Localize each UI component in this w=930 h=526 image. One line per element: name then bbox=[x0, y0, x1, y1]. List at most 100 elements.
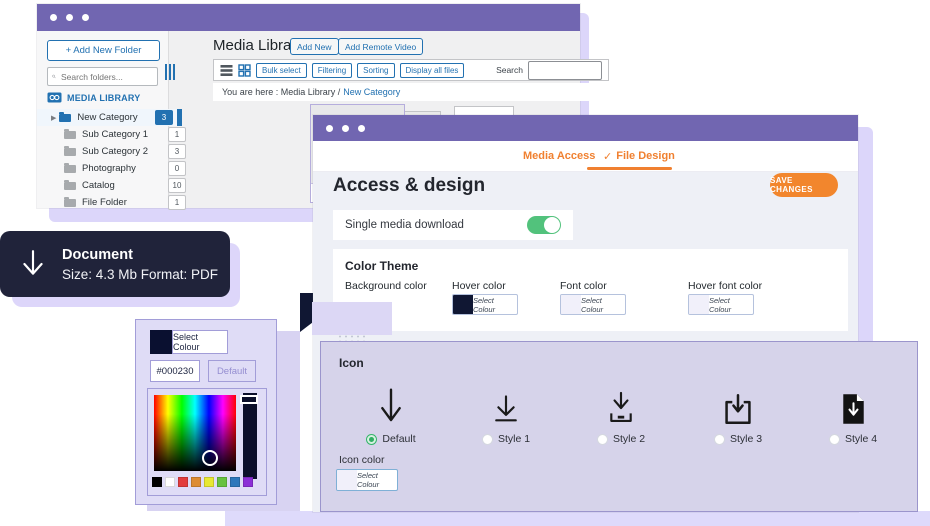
folder-label: Photography bbox=[82, 163, 136, 174]
color-swatch bbox=[453, 295, 473, 314]
folder-icon bbox=[64, 165, 76, 173]
hover-font-color-label: Hover font color bbox=[688, 280, 762, 292]
saturation-gradient[interactable] bbox=[154, 395, 236, 471]
folder-label: Sub Category 2 bbox=[82, 146, 148, 157]
radio-style-4[interactable] bbox=[829, 434, 840, 445]
hover-font-color-select-button[interactable]: Select Colour bbox=[688, 294, 754, 315]
display-all-files-button[interactable]: Display all files bbox=[400, 63, 465, 78]
download-icon-style4 bbox=[841, 393, 866, 425]
tab-label: Media Access bbox=[523, 150, 595, 162]
picker-area bbox=[147, 388, 267, 496]
download-arrow-icon bbox=[20, 249, 46, 279]
folder-search-input[interactable] bbox=[59, 71, 153, 83]
folder-icon bbox=[59, 114, 71, 122]
backdrop-strip bbox=[225, 511, 930, 526]
filtering-button[interactable]: Filtering bbox=[312, 63, 352, 78]
icon-style-4[interactable]: Style 4 bbox=[798, 379, 908, 479]
folder-icon bbox=[64, 199, 76, 207]
radio-default[interactable] bbox=[366, 434, 377, 445]
preset-swatch[interactable] bbox=[243, 477, 253, 487]
icon-style-1[interactable]: Style 1 bbox=[451, 379, 561, 479]
search-icon bbox=[52, 72, 56, 81]
icon-style-3[interactable]: Style 3 bbox=[683, 379, 793, 479]
color-swatch bbox=[337, 470, 357, 490]
window-dot bbox=[342, 125, 349, 132]
page: + Add New Folder MEDIA LIBRARY ▶ bbox=[0, 0, 930, 526]
icon-color-select-button[interactable]: Select Colour bbox=[336, 469, 398, 491]
grid-view-icon[interactable] bbox=[238, 64, 251, 77]
icon-style-panel: Icon Default Style 1 Style 2 bbox=[320, 341, 918, 512]
preset-swatch[interactable] bbox=[165, 477, 175, 487]
sorting-button[interactable]: Sorting bbox=[357, 63, 394, 78]
folder-label: New Category bbox=[77, 112, 137, 123]
media-library-root[interactable]: MEDIA LIBRARY bbox=[47, 92, 140, 103]
download-icon-style2 bbox=[607, 391, 635, 425]
media-search-input[interactable] bbox=[528, 61, 602, 80]
preset-swatch[interactable] bbox=[230, 477, 240, 487]
add-remote-video-button[interactable]: Add Remote Video bbox=[338, 38, 423, 55]
icon-style-label: Style 4 bbox=[845, 433, 877, 445]
select-colour-label: Select Colour bbox=[473, 295, 517, 314]
hover-color-label: Hover color bbox=[452, 280, 506, 292]
icon-style-label: Style 3 bbox=[730, 433, 762, 445]
media-library-icon bbox=[47, 92, 62, 103]
folder-icon bbox=[64, 148, 76, 156]
preset-swatch[interactable] bbox=[204, 477, 214, 487]
window2-titlebar bbox=[313, 115, 858, 141]
window-dot bbox=[50, 14, 57, 21]
radio-style-3[interactable] bbox=[714, 434, 725, 445]
select-colour-label: Select Colour bbox=[709, 295, 753, 314]
active-tab-indicator bbox=[587, 167, 672, 170]
search-label: Search bbox=[496, 65, 523, 75]
preset-swatch[interactable] bbox=[217, 477, 227, 487]
tab-label: File Design bbox=[616, 150, 675, 162]
picker-select-colour-button[interactable]: Select Colour bbox=[150, 330, 228, 354]
save-changes-button[interactable]: SAVE CHANGES bbox=[770, 173, 838, 197]
radio-style-2[interactable] bbox=[597, 434, 608, 445]
folder-label: Sub Category 1 bbox=[82, 129, 148, 140]
icon-style-label: Style 2 bbox=[613, 433, 645, 445]
sidebar-folder-new-category[interactable]: ▶ New Category 3 bbox=[37, 109, 182, 126]
tab-media-access[interactable]: Media Access bbox=[523, 141, 595, 171]
folder-label: File Folder bbox=[82, 197, 127, 208]
tooltip-title: Document bbox=[62, 247, 218, 263]
folder-icon bbox=[64, 182, 76, 190]
preset-swatch[interactable] bbox=[152, 477, 162, 487]
font-color-select-button[interactable]: Select Colour bbox=[560, 294, 626, 315]
list-view-icon[interactable] bbox=[220, 64, 233, 77]
breadcrumb-current-link[interactable]: New Category bbox=[343, 87, 400, 97]
media-library-label: MEDIA LIBRARY bbox=[67, 93, 140, 103]
radio-style-1[interactable] bbox=[482, 434, 493, 445]
slider-handle[interactable] bbox=[240, 395, 258, 404]
download-icon-style3 bbox=[722, 393, 754, 425]
bulk-select-button[interactable]: Bulk select bbox=[256, 63, 307, 78]
color-selector-circle[interactable] bbox=[202, 450, 218, 466]
select-colour-label: Select Colour bbox=[172, 330, 228, 354]
default-color-button[interactable]: Default bbox=[208, 360, 256, 382]
add-new-folder-button[interactable]: + Add New Folder bbox=[47, 40, 160, 61]
shade-slider[interactable] bbox=[243, 393, 257, 479]
color-swatch bbox=[561, 295, 581, 314]
preset-swatch[interactable] bbox=[191, 477, 201, 487]
colour-picker-window: Select Colour Default bbox=[135, 319, 277, 505]
single-media-toggle[interactable] bbox=[527, 216, 561, 234]
preset-swatch[interactable] bbox=[178, 477, 188, 487]
download-tooltip: Document Size: 4.3 Mb Format: PDF bbox=[0, 231, 230, 297]
tooltip-info: Size: 4.3 Mb Format: PDF bbox=[62, 267, 218, 282]
icon-color-label: Icon color bbox=[339, 454, 385, 466]
folder-label: Catalog bbox=[82, 180, 115, 191]
current-color-swatch bbox=[150, 330, 172, 354]
window1-titlebar bbox=[37, 4, 580, 31]
icon-style-2[interactable]: Style 2 bbox=[566, 379, 676, 479]
hex-color-input[interactable] bbox=[150, 360, 200, 382]
folders-sidebar: + Add New Folder MEDIA LIBRARY ▶ bbox=[37, 31, 169, 208]
add-new-button[interactable]: Add New bbox=[290, 38, 339, 55]
icon-style-label: Default bbox=[382, 433, 415, 445]
download-icon-default bbox=[378, 387, 404, 425]
breadcrumb-path: You are here : Media Library / bbox=[222, 87, 340, 97]
hover-color-select-button[interactable]: Select Colour bbox=[452, 294, 518, 315]
select-colour-label: Select Colour bbox=[581, 295, 625, 314]
folder-search-box[interactable] bbox=[47, 67, 158, 86]
download-icon-style1 bbox=[493, 394, 519, 425]
window-dot bbox=[82, 14, 89, 21]
